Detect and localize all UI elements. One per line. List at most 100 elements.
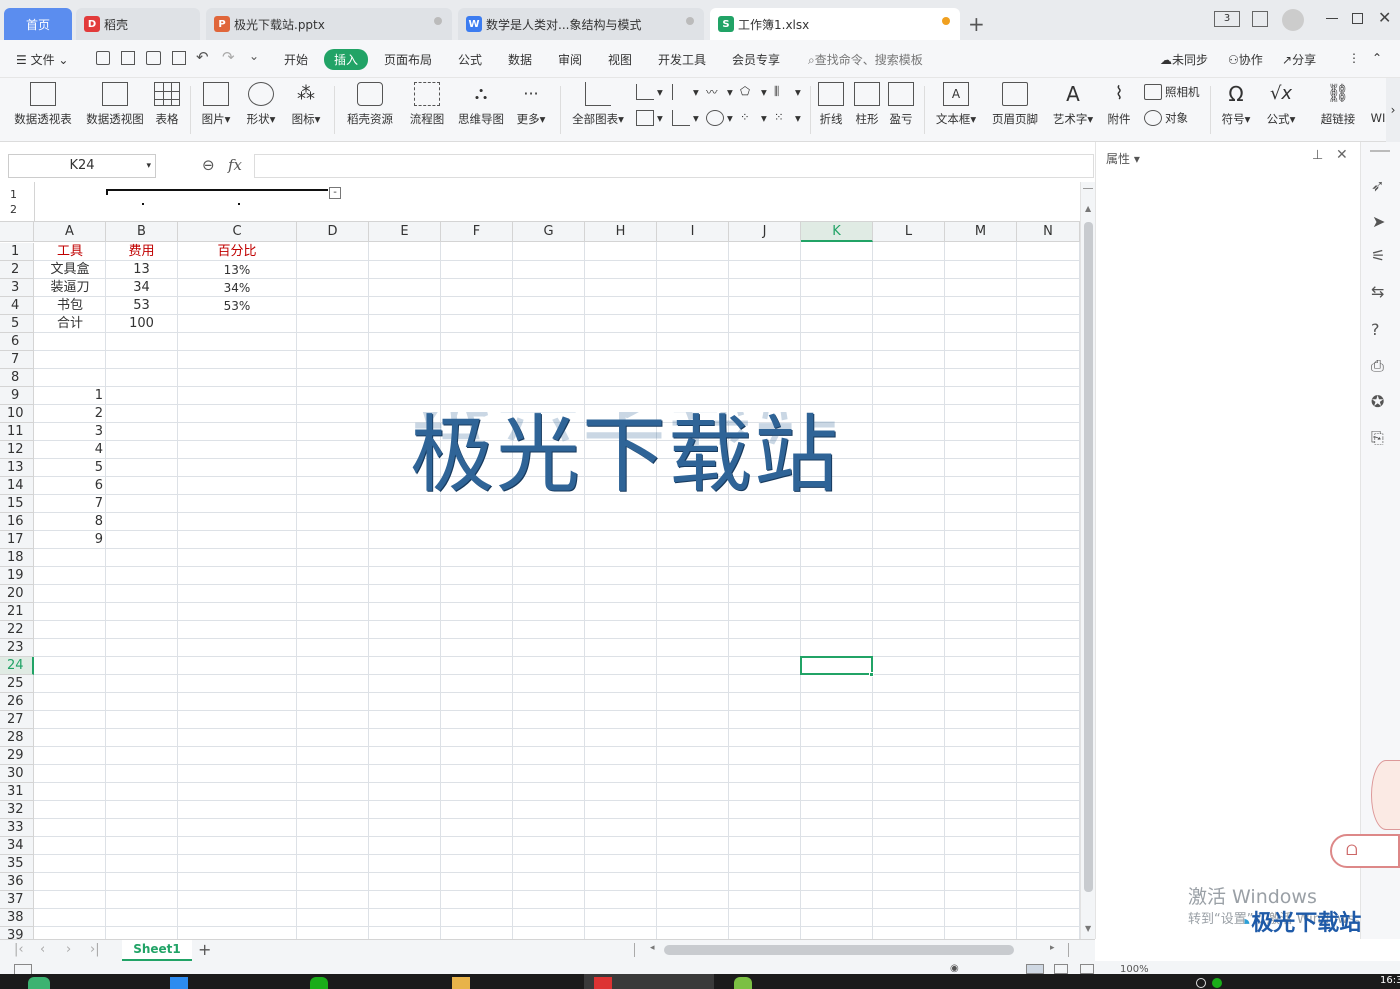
tab-xlsx[interactable]: S 工作簿1.xlsx xyxy=(710,8,960,40)
wordart-button[interactable]: A 艺术字▾ xyxy=(1048,82,1098,127)
scatter-chart-dropdown[interactable]: ⁘ ▾ xyxy=(740,110,767,126)
column-header-n[interactable]: N xyxy=(1017,222,1080,242)
row-header-31[interactable]: 31 xyxy=(0,783,34,801)
row-header-4[interactable]: 4 xyxy=(0,297,34,315)
properties-title[interactable]: 属性 ▾ xyxy=(1106,150,1140,167)
row-header-26[interactable]: 26 xyxy=(0,693,34,711)
column-header-k[interactable]: K xyxy=(801,222,873,242)
close-window-icon[interactable]: ✕ xyxy=(1378,8,1391,27)
normal-view-icon[interactable] xyxy=(1026,964,1044,974)
export-pdf-icon[interactable] xyxy=(121,51,135,65)
table-button[interactable]: 表格 xyxy=(152,82,182,127)
sheet-tab-sheet1[interactable]: Sheet1 xyxy=(122,940,192,961)
row-header-20[interactable]: 20 xyxy=(0,585,34,603)
row-header-35[interactable]: 35 xyxy=(0,855,34,873)
taskbar-active-app[interactable] xyxy=(584,974,714,989)
window-count-icon[interactable]: 3 xyxy=(1214,11,1240,27)
cell-a12[interactable]: 4 xyxy=(35,441,103,459)
cell-a16[interactable]: 8 xyxy=(35,513,103,531)
column-header-i[interactable]: I xyxy=(657,222,729,242)
header-footer-button[interactable]: 页眉页脚 xyxy=(988,82,1042,127)
help-icon[interactable]: ? xyxy=(1371,320,1380,339)
prev-sheet-icon[interactable]: ‹ xyxy=(40,942,45,957)
row-header-2[interactable]: 2 xyxy=(0,261,34,279)
adjust-icon[interactable]: ⚟ xyxy=(1371,246,1385,265)
cell-b2[interactable]: 13 xyxy=(106,261,177,279)
row-header-22[interactable]: 22 xyxy=(0,621,34,639)
horizontal-scroll-thumb[interactable] xyxy=(664,945,1014,955)
taskbar-app-icon[interactable] xyxy=(734,977,752,989)
close-icon[interactable] xyxy=(686,17,694,25)
cell-a2[interactable]: 文具盒 xyxy=(35,261,105,279)
ribbon-overflow-button[interactable]: WI xyxy=(1368,82,1388,125)
quick-access-dropdown-icon[interactable]: ⌄ xyxy=(249,49,259,63)
row-header-28[interactable]: 28 xyxy=(0,729,34,747)
column-header-m[interactable]: M xyxy=(945,222,1017,242)
menu-view[interactable]: 视图 xyxy=(608,51,632,68)
row-header-37[interactable]: 37 xyxy=(0,891,34,909)
print-preview-icon[interactable] xyxy=(172,51,186,65)
cell-a5[interactable]: 合计 xyxy=(35,315,105,333)
column-header-f[interactable]: F xyxy=(441,222,513,242)
taskbar-app-icon[interactable] xyxy=(28,977,50,989)
row-header-24[interactable]: 24 xyxy=(0,657,34,675)
outline-collapse-button[interactable]: - xyxy=(329,187,341,199)
column-header-b[interactable]: B xyxy=(106,222,178,242)
pin-icon[interactable]: ⊥ xyxy=(1312,148,1323,163)
ribbon-scroll-right[interactable]: › xyxy=(1386,78,1400,142)
selected-cell-k24[interactable] xyxy=(800,656,873,675)
menu-insert[interactable]: 插入 xyxy=(324,49,369,70)
area-chart-dropdown[interactable]: ▾ xyxy=(636,110,663,126)
row-header-1[interactable]: 1 xyxy=(0,243,34,261)
scroll-left-icon[interactable]: ◂ xyxy=(650,943,655,953)
outline-level-1-button[interactable]: 1 xyxy=(10,188,17,201)
cell-c3[interactable]: 34% xyxy=(178,279,296,297)
command-search[interactable]: ⌕查找命令、搜索模板 xyxy=(808,51,923,68)
cell-a14[interactable]: 6 xyxy=(35,477,103,495)
scroll-up-icon[interactable]: ▲ xyxy=(1085,204,1091,213)
hyperlink-button[interactable]: ⛓ 超链接 xyxy=(1318,82,1358,127)
fill-handle[interactable] xyxy=(869,672,874,677)
tab-home[interactable]: 首页 xyxy=(4,8,72,40)
menu-developer[interactable]: 开发工具 xyxy=(658,51,706,68)
taskbar-app-icon[interactable] xyxy=(170,977,188,989)
cell-a11[interactable]: 3 xyxy=(35,423,103,441)
sync-button[interactable]: ☁未同步 xyxy=(1160,51,1208,68)
taskbar-app-icon[interactable] xyxy=(310,977,328,989)
cell-a13[interactable]: 5 xyxy=(35,459,103,477)
eye-icon[interactable]: ◉ xyxy=(950,963,959,974)
tray-wechat-icon[interactable] xyxy=(1212,978,1222,988)
cell-a17[interactable]: 9 xyxy=(35,531,103,549)
collapse-ribbon-icon[interactable]: ⌃ xyxy=(1372,51,1382,65)
vertical-scrollbar[interactable]: ▲ ▼ xyxy=(1080,182,1095,939)
tray-icon[interactable] xyxy=(1196,978,1206,988)
row-header-14[interactable]: 14 xyxy=(0,477,34,495)
menu-data[interactable]: 数据 xyxy=(508,51,532,68)
column-header-g[interactable]: G xyxy=(513,222,585,242)
attachment-button[interactable]: ⌇ 附件 xyxy=(1104,82,1134,127)
row-header-30[interactable]: 30 xyxy=(0,765,34,783)
other-chart-dropdown[interactable]: ⁙ ▾ xyxy=(774,110,801,126)
menu-member[interactable]: 会员专享 xyxy=(732,51,780,68)
fx-button[interactable]: fx xyxy=(228,156,242,174)
row-header-11[interactable]: 11 xyxy=(0,423,34,441)
page-break-view-icon[interactable] xyxy=(1080,964,1094,974)
camera-button[interactable]: 照相机 xyxy=(1144,84,1200,100)
column-header-h[interactable]: H xyxy=(585,222,657,242)
row-header-9[interactable]: 9 xyxy=(0,387,34,405)
zoom-formula-icon[interactable]: ⊖ xyxy=(202,156,215,174)
radar-chart-dropdown[interactable]: ⬠ ▾ xyxy=(740,84,767,100)
split-handle[interactable] xyxy=(1083,188,1093,189)
row-header-38[interactable]: 38 xyxy=(0,909,34,927)
cell-b5[interactable]: 100 xyxy=(106,315,177,333)
close-panel-icon[interactable]: ✕ xyxy=(1336,147,1348,163)
grid-view-icon[interactable] xyxy=(1252,11,1268,27)
row-header-21[interactable]: 21 xyxy=(0,603,34,621)
tab-doc[interactable]: W 数学是人类对...象结构与模式 xyxy=(458,8,704,40)
row-header-29[interactable]: 29 xyxy=(0,747,34,765)
next-sheet-icon[interactable]: › xyxy=(66,942,71,957)
column-chart-dropdown[interactable]: ▾ xyxy=(636,84,663,100)
row-header-19[interactable]: 19 xyxy=(0,567,34,585)
row-header-13[interactable]: 13 xyxy=(0,459,34,477)
row-header-3[interactable]: 3 xyxy=(0,279,34,297)
